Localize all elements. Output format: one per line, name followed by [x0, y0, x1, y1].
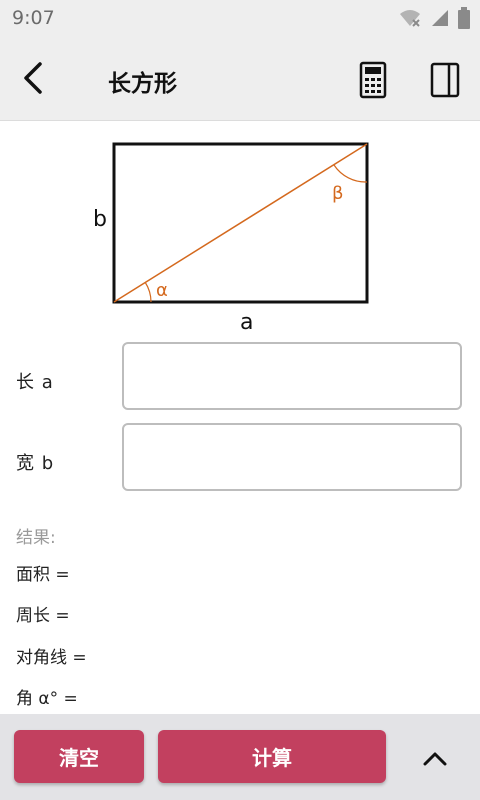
clear-button[interactable]: 清空 — [14, 730, 144, 783]
chevron-up-icon[interactable] — [420, 746, 450, 770]
side-a-label: a — [240, 310, 253, 335]
status-icons — [398, 7, 470, 29]
wifi-off-icon — [400, 10, 420, 27]
signal-icon — [432, 10, 448, 26]
result-perimeter: 周长 = — [16, 606, 70, 626]
side-b-label: b — [93, 207, 107, 232]
result-area: 面积 = — [16, 565, 70, 585]
result-angle-alpha: 角 α° = — [16, 689, 78, 709]
bottom-action-bar: 清空 计算 — [0, 714, 480, 800]
page-title: 长方形 — [108, 71, 177, 97]
status-bar: 9:07 — [0, 0, 480, 36]
width-b-input[interactable] — [122, 423, 462, 491]
battery-icon — [458, 7, 470, 29]
rectangle-diagram: b a α β — [93, 142, 369, 335]
width-b-label: 宽 b — [16, 453, 55, 474]
calculate-button[interactable]: 计算 — [158, 730, 386, 783]
back-arrow-icon[interactable] — [18, 58, 54, 98]
status-time: 9:07 — [12, 7, 55, 29]
results-header: 结果: — [16, 528, 56, 548]
side-panel-icon[interactable] — [428, 60, 462, 100]
angle-alpha-label: α — [156, 280, 168, 301]
length-a-label: 长 a — [16, 372, 54, 393]
angle-alpha-arc — [144, 281, 152, 303]
app-bar: 长方形 — [0, 36, 480, 121]
angle-beta-arc — [333, 164, 368, 183]
calculator-icon[interactable] — [356, 60, 390, 100]
result-diagonal: 对角线 = — [16, 648, 87, 668]
diagonal-line — [113, 143, 368, 303]
length-a-input[interactable] — [122, 342, 462, 410]
angle-beta-label: β — [332, 183, 344, 204]
